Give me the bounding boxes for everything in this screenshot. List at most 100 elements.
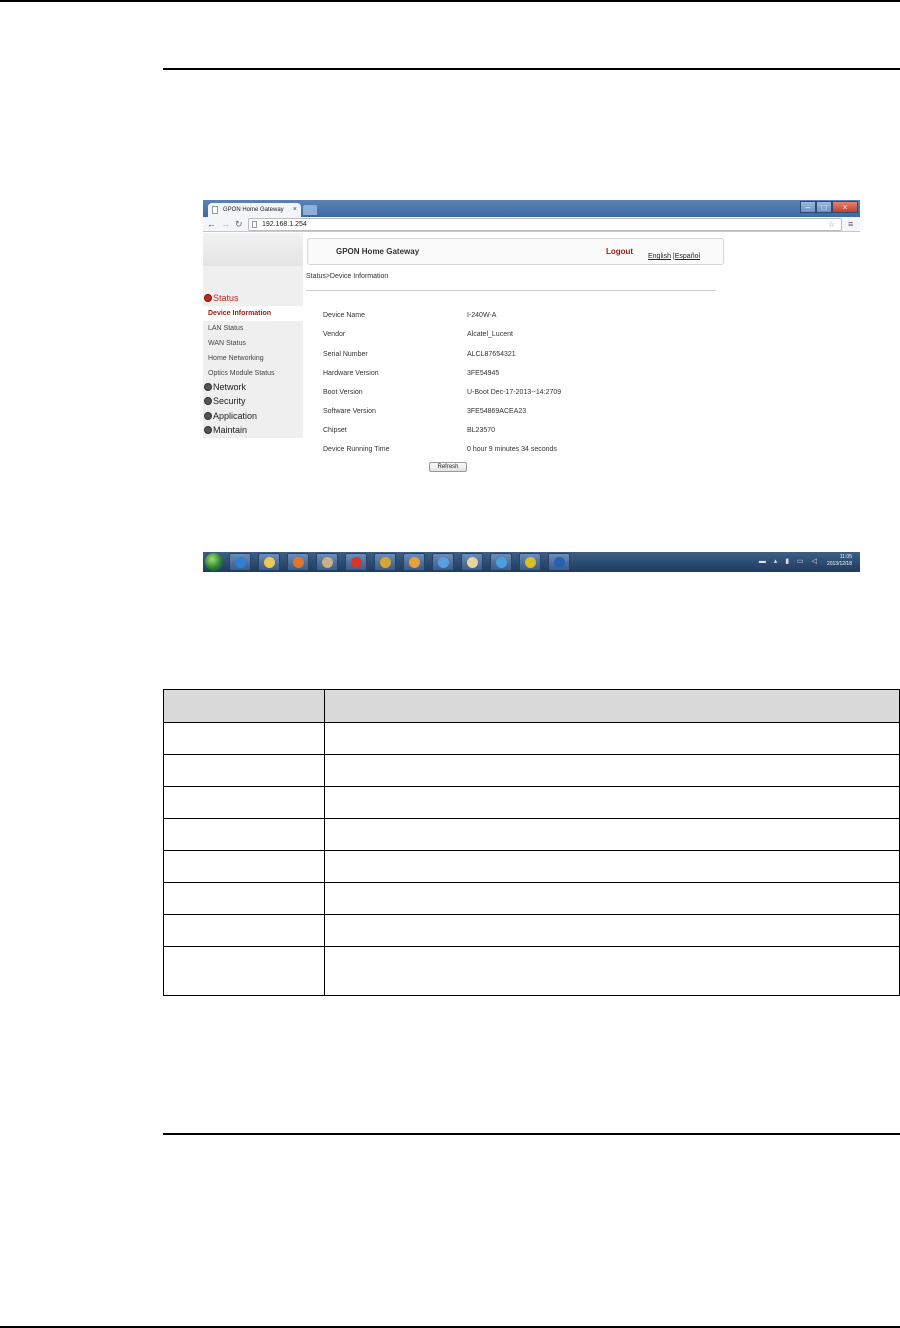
header-rule xyxy=(163,68,900,70)
device-info-label: Boot Version xyxy=(323,389,363,396)
back-arrow-icon[interactable]: ← xyxy=(207,218,216,231)
taskbar-app-icon[interactable] xyxy=(229,553,251,571)
device-info-row: Vendor Alcatel_Lucent xyxy=(323,331,703,341)
bookmark-star-icon[interactable]: ☆ xyxy=(828,219,835,230)
device-info-row: Device Name I-240W-A xyxy=(323,312,703,322)
taskbar-app-icon[interactable] xyxy=(548,553,570,571)
top-rule xyxy=(0,0,900,2)
sidebar-application-label: Application xyxy=(213,411,258,421)
breadcrumb: Status>Device Information xyxy=(306,273,389,280)
device-info-value: BL23570 xyxy=(467,427,496,434)
table-cell xyxy=(163,946,325,996)
table-row xyxy=(163,786,900,819)
app-glyph-icon xyxy=(264,557,275,568)
sidebar-status[interactable]: Status xyxy=(204,292,239,304)
device-info-row: Device Running Time 0 hour 9 minutes 34 s… xyxy=(323,446,703,456)
sidebar-maintain[interactable]: Maintain xyxy=(204,424,247,436)
device-info-label: Hardware Version xyxy=(323,370,379,377)
window-controls: – □ × xyxy=(800,201,858,213)
browser-toolbar: ← → ↻ 192.168.1.254 ☆ ≡ xyxy=(203,217,860,232)
windows-taskbar: ▬ ▴ ▮ ▭ ◁ 11:05 2013/12/18 xyxy=(203,552,860,572)
english-link[interactable]: English xyxy=(648,253,671,260)
table-row xyxy=(163,850,900,883)
taskbar-app-icon[interactable] xyxy=(287,553,309,571)
app-glyph-icon xyxy=(467,557,478,568)
taskbar-app-icon[interactable] xyxy=(345,553,367,571)
sidebar-network[interactable]: Network xyxy=(204,381,246,393)
app-glyph-icon xyxy=(409,557,420,568)
app-glyph-icon xyxy=(554,557,565,568)
refresh-button[interactable]: Refresh xyxy=(429,462,467,472)
taskbar-app-icon[interactable] xyxy=(403,553,425,571)
sidebar-network-label: Network xyxy=(213,382,247,392)
expand-icon xyxy=(204,412,212,420)
sidebar-item-device-information[interactable]: Device Information xyxy=(203,306,303,321)
device-info-label: Serial Number xyxy=(323,351,368,358)
start-button[interactable] xyxy=(205,553,223,571)
table-cell xyxy=(324,882,900,915)
taskbar-app-icon[interactable] xyxy=(258,553,280,571)
table-header-cell xyxy=(163,689,325,723)
table-cell xyxy=(163,818,325,851)
clock-time: 11:05 xyxy=(839,554,852,560)
spanish-link[interactable]: Español xyxy=(675,253,700,260)
browser-tab[interactable]: GPON Home Gateway × xyxy=(208,203,301,217)
taskbar-app-icon[interactable] xyxy=(374,553,396,571)
minimize-icon[interactable]: – xyxy=(800,201,816,213)
device-info-value: I-240W-A xyxy=(467,312,497,319)
sidebar-security[interactable]: Security xyxy=(204,395,246,407)
system-clock[interactable]: 11:05 2013/12/18 xyxy=(827,554,852,570)
table-cell xyxy=(163,722,325,755)
address-bar[interactable]: 192.168.1.254 ☆ xyxy=(248,218,842,231)
tab-close-icon[interactable]: × xyxy=(293,203,297,217)
table-cell xyxy=(163,882,325,915)
sidebar-item-wan-status[interactable]: WAN Status xyxy=(203,336,303,351)
table-header-row xyxy=(163,689,900,723)
app-glyph-icon xyxy=(235,557,246,568)
menu-icon[interactable]: ≡ xyxy=(848,218,853,231)
expand-icon xyxy=(204,426,212,434)
app-glyph-icon xyxy=(438,557,449,568)
app-glyph-icon xyxy=(322,557,333,568)
device-info-value: 3FE54869ACEA23 xyxy=(467,408,527,415)
gateway-banner: GPON Home Gateway Logout English |Españo… xyxy=(307,238,724,265)
sidebar-item-home-networking[interactable]: Home Networking xyxy=(203,351,303,366)
close-window-icon[interactable]: × xyxy=(832,201,858,213)
table-header-cell xyxy=(324,689,900,723)
table-cell xyxy=(324,754,900,787)
clock-date: 2013/12/18 xyxy=(826,561,852,567)
maximize-icon[interactable]: □ xyxy=(816,201,832,213)
parameter-table xyxy=(163,689,900,996)
footer-rule xyxy=(163,1133,900,1135)
sidebar-status-label: Status xyxy=(213,293,239,303)
forward-arrow-icon[interactable]: → xyxy=(221,218,230,231)
address-text: 192.168.1.254 xyxy=(262,221,307,228)
table-row xyxy=(163,914,900,947)
device-info-value: 3FE54945 xyxy=(467,370,500,377)
page-icon xyxy=(252,221,257,228)
taskbar-app-icon[interactable] xyxy=(490,553,512,571)
sidebar-item-optics-module-status[interactable]: Optics Module Status xyxy=(203,366,303,381)
taskbar-app-icon[interactable] xyxy=(316,553,338,571)
taskbar-app-icon[interactable] xyxy=(461,553,483,571)
app-glyph-icon xyxy=(351,557,362,568)
sidebar-maintain-label: Maintain xyxy=(213,425,248,435)
new-tab-button[interactable] xyxy=(303,205,317,215)
banner-title: GPON Home Gateway xyxy=(336,247,420,256)
reload-icon[interactable]: ↻ xyxy=(235,218,243,231)
taskbar-app-icon[interactable] xyxy=(432,553,454,571)
device-info-row: Chipset BL23570 xyxy=(323,427,703,437)
table-cell xyxy=(324,946,900,996)
sidebar-application[interactable]: Application xyxy=(204,410,257,422)
expand-icon xyxy=(204,383,212,391)
device-info-label: Device Running Time xyxy=(323,446,390,453)
table-row xyxy=(163,882,900,915)
taskbar-app-icon[interactable] xyxy=(519,553,541,571)
sidebar-item-lan-status[interactable]: LAN Status xyxy=(203,321,303,336)
logout-link[interactable]: Logout xyxy=(606,247,633,256)
app-glyph-icon xyxy=(380,557,391,568)
table-row xyxy=(163,722,900,755)
table-cell xyxy=(163,754,325,787)
table-cell xyxy=(163,850,325,883)
app-glyph-icon xyxy=(496,557,507,568)
